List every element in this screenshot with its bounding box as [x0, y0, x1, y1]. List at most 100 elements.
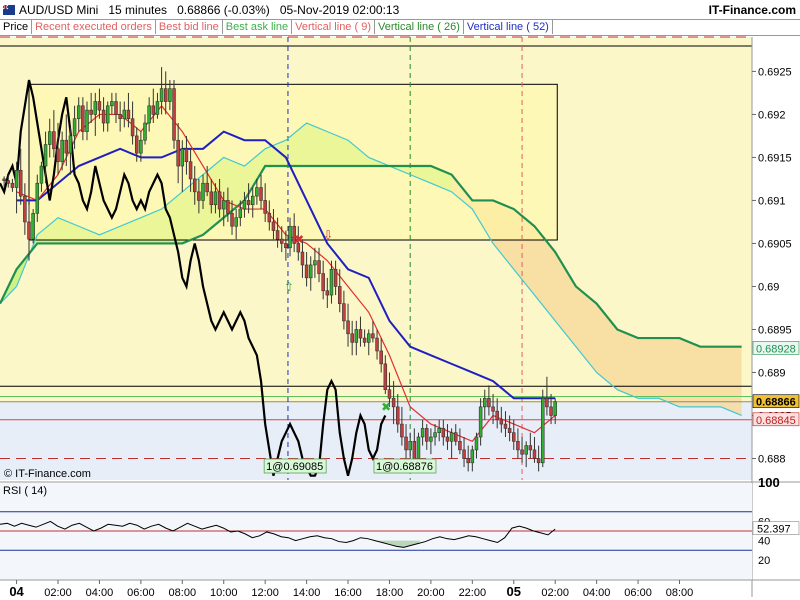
- candle: [491, 406, 495, 412]
- candle: [495, 410, 499, 421]
- candle: [474, 436, 479, 451]
- candle: [64, 139, 69, 154]
- candle: [528, 445, 533, 451]
- candle: [520, 449, 524, 455]
- rsi-value-label: 52.397: [757, 524, 791, 536]
- candle: [60, 139, 64, 163]
- x-tick-label: 05: [507, 584, 521, 599]
- timeframe[interactable]: 15 minutes: [108, 3, 167, 17]
- x-tick-label: 06:00: [624, 587, 652, 599]
- price-tag-label: 0.68845: [756, 415, 796, 427]
- y-tick-label: 0.6905: [758, 238, 792, 250]
- candle: [313, 260, 317, 266]
- y-tick-label: 0.692: [758, 109, 786, 121]
- candle: [101, 109, 106, 124]
- candle: [172, 88, 176, 141]
- candle: [445, 436, 450, 442]
- candle: [408, 440, 412, 451]
- candle: [147, 105, 151, 124]
- candle: [143, 122, 147, 141]
- candle: [396, 406, 400, 425]
- candle: [441, 428, 446, 438]
- x-tick-label: 06:00: [127, 587, 155, 599]
- candle: [288, 225, 292, 249]
- y-tick-label: 0.691: [758, 195, 786, 207]
- candle: [35, 182, 40, 214]
- candle: [279, 238, 284, 244]
- x-tick-label: 16:00: [334, 587, 362, 599]
- price-chart[interactable]: ✖ ⇩ ⇧ ✖ 0.6925 0.692 0.6915 0.691 0.6905 0.69 0.68…: [0, 0, 800, 600]
- candle: [412, 440, 417, 459]
- candle: [487, 397, 491, 408]
- candle: [155, 101, 160, 115]
- candle: [201, 182, 205, 201]
- up-arrow-icon: ⇧: [284, 280, 294, 294]
- candle: [321, 273, 325, 292]
- x-tick-label: 04:00: [86, 587, 114, 599]
- candle: [230, 213, 234, 227]
- candle: [184, 148, 189, 163]
- candle: [536, 458, 541, 464]
- instrument-name: AUD/USD Mini: [19, 3, 99, 17]
- candle: [346, 320, 350, 335]
- candle: [425, 428, 429, 442]
- candle: [342, 303, 346, 322]
- candle: [43, 144, 48, 167]
- chart-header: AUD/USD Mini 15 minutes 0.68866 (-0.03%)…: [0, 0, 800, 20]
- candle: [449, 432, 454, 442]
- legend-item-vline-52[interactable]: Vertical line ( 52): [464, 20, 553, 34]
- candle: [47, 131, 52, 145]
- candle: [308, 264, 313, 279]
- candle: [553, 401, 557, 416]
- candle: [416, 436, 421, 459]
- candle: [14, 170, 19, 188]
- y-tick-label: 0.6915: [758, 152, 792, 164]
- timestamp: 05-Nov-2019 02:00:13: [279, 3, 400, 17]
- x-tick-label: 14:00: [293, 587, 321, 599]
- x-tick-label: 18:00: [376, 587, 404, 599]
- candle: [122, 109, 127, 120]
- legend-item-best-ask[interactable]: Best ask line: [223, 20, 293, 34]
- candle: [429, 436, 433, 442]
- x-tick-label: 10:00: [210, 587, 238, 599]
- candle: [139, 139, 143, 154]
- x-tick-label: 02:00: [541, 587, 569, 599]
- candle: [238, 208, 243, 218]
- candle: [168, 88, 172, 102]
- candle: [134, 135, 139, 154]
- candle: [6, 180, 11, 184]
- legend-item-best-bid[interactable]: Best bid line: [156, 20, 223, 34]
- candle: [483, 397, 487, 408]
- candle: [545, 397, 549, 408]
- y-tick-label: 0.6925: [758, 66, 792, 78]
- candle: [400, 423, 404, 438]
- candle: [350, 333, 354, 343]
- candle: [180, 148, 185, 167]
- rsi-label: RSI ( 14): [3, 485, 47, 497]
- x-tick-label: 04:00: [583, 587, 611, 599]
- candle: [97, 101, 102, 111]
- y-tick-label: 0.6895: [758, 324, 792, 336]
- legend-item-vline-26[interactable]: Vertical line ( 26): [375, 20, 464, 34]
- candle: [454, 432, 458, 442]
- y-tick-label: 0.689: [758, 367, 786, 379]
- x-tick-label: 08:00: [666, 587, 694, 599]
- candle: [81, 105, 85, 132]
- x-tick-label: 12:00: [251, 587, 279, 599]
- candle: [371, 333, 375, 339]
- price-tag-label: 0.68866: [756, 397, 796, 409]
- candle: [470, 449, 475, 464]
- y-tick-label: 0.69: [758, 281, 779, 293]
- candle: [437, 428, 441, 433]
- candle: [524, 445, 528, 455]
- candle: [209, 191, 214, 206]
- legend-item-price[interactable]: Price: [0, 20, 33, 34]
- candle: [499, 419, 504, 425]
- candle: [221, 200, 226, 210]
- candle: [205, 182, 209, 193]
- legend-item-recent-orders[interactable]: Recent executed orders: [32, 20, 156, 34]
- candle: [404, 436, 408, 451]
- candle: [163, 88, 168, 102]
- sell-marker-icon: ✖: [294, 232, 304, 246]
- legend-item-vline-9[interactable]: Vertical line ( 9): [292, 20, 375, 34]
